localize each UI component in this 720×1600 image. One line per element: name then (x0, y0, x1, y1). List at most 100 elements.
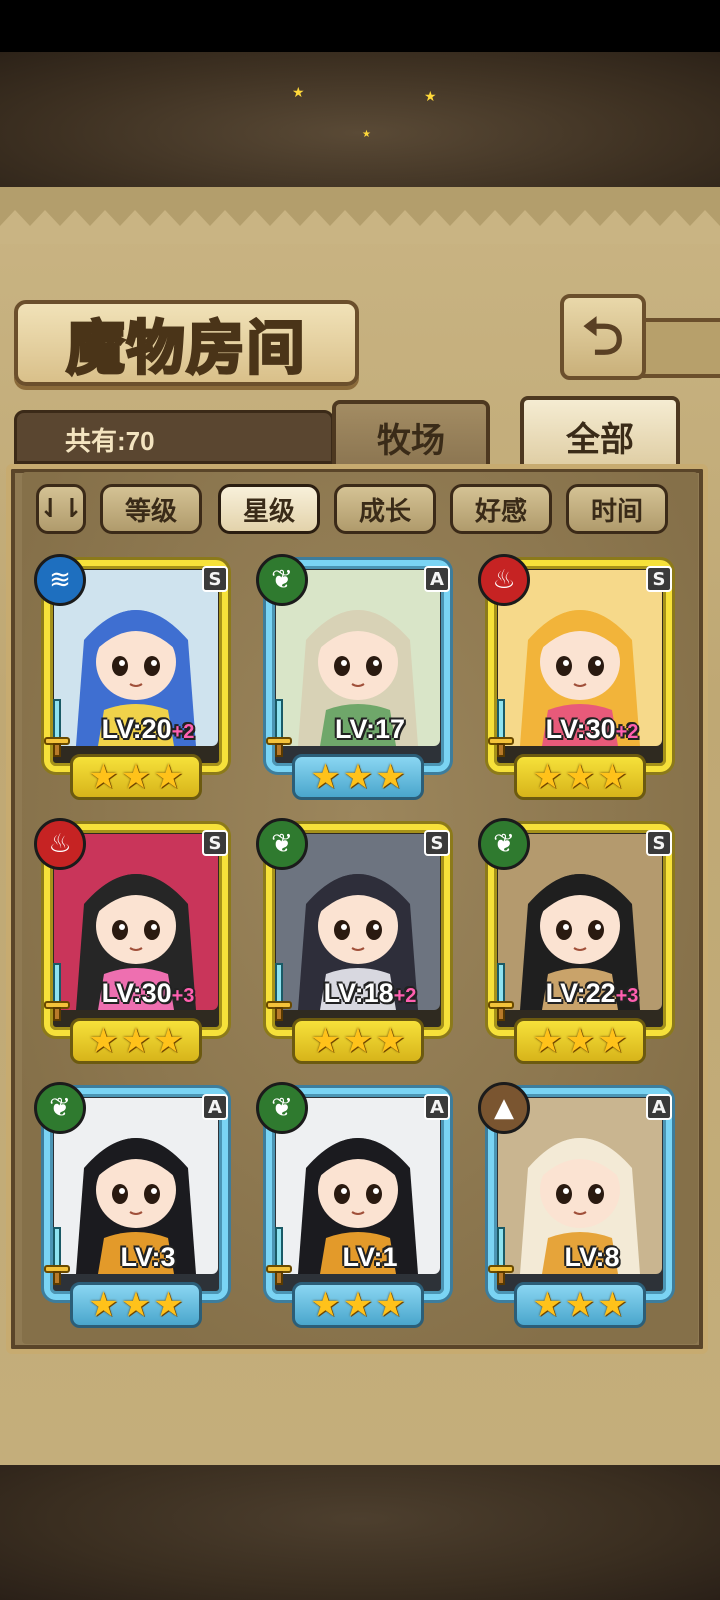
monster-card[interactable]: S ❦ LV:22+3 ★ ★ ★ (478, 818, 676, 1068)
level-value: LV:30 (545, 714, 616, 744)
back-arrow-icon: ⮌ (582, 307, 624, 367)
weapon-sword-icon (266, 963, 292, 1021)
leaf-element-icon: ❦ (34, 1082, 86, 1134)
level-value: LV:17 (334, 714, 406, 744)
page-title: 魔物房间 (65, 313, 307, 384)
rank-badge: A (424, 566, 450, 592)
rank-badge: A (202, 1094, 228, 1120)
star-rating: ★ ★ ★ (514, 754, 646, 800)
star-rating: ★ ★ ★ (514, 1282, 646, 1328)
level-value: LV:18 (323, 978, 394, 1008)
sort-time-button[interactable]: 时间 (566, 484, 668, 534)
water-element-icon: ≋ (34, 554, 86, 606)
tab-farm[interactable]: 牧场 (332, 400, 490, 470)
star-icon: ★ (153, 757, 184, 797)
tab-all[interactable]: 全部 (520, 396, 680, 472)
level-value: LV:30 (101, 978, 172, 1008)
star-icon: ★ (310, 757, 341, 797)
sort-growth-button[interactable]: 成长 (334, 484, 436, 534)
star-icon: ★ (597, 757, 628, 797)
star-icon: ★ (120, 757, 152, 797)
star-icon: ★ (375, 1021, 406, 1061)
leaf-element-icon: ❦ (256, 1082, 308, 1134)
leaf-element-icon: ❦ (256, 818, 308, 870)
star-icon: ★ (342, 757, 374, 797)
monster-card[interactable]: A ❦ LV:3 ★ ★ ★ (34, 1082, 232, 1332)
level-value: LV:1 (342, 1242, 398, 1272)
star-icon: ★ (532, 1021, 563, 1061)
map-background-bottom (0, 1465, 720, 1600)
back-button-rail (640, 318, 720, 378)
level-value: LV:20 (101, 714, 172, 744)
back-button[interactable]: ⮌ (560, 294, 646, 380)
star-icon: ★ (564, 1021, 596, 1061)
leaf-element-icon: ❦ (256, 554, 308, 606)
level-bonus: +2 (615, 721, 639, 743)
monster-level: LV:3 (78, 1242, 218, 1276)
monster-card[interactable]: A ❦ LV:17 ★ ★ ★ (256, 554, 454, 804)
star-sparkle-icon: ★ (424, 89, 437, 105)
star-icon: ★ (532, 757, 563, 797)
monster-level: LV:30+3 (78, 978, 218, 1012)
star-icon: ★ (564, 757, 596, 797)
monster-card[interactable]: S ❦ LV:18+2 ★ ★ ★ (256, 818, 454, 1068)
monster-level: LV:20+2 (78, 714, 218, 748)
star-icon: ★ (597, 1285, 628, 1325)
zigzag-edge-bottom (0, 1432, 720, 1466)
level-bonus: +2 (393, 985, 417, 1007)
level-bonus: +2 (171, 721, 195, 743)
star-sparkle-icon: ★ (362, 129, 371, 140)
monster-level: LV:30+2 (522, 714, 662, 748)
star-icon: ★ (342, 1021, 374, 1061)
star-rating: ★ ★ ★ (70, 754, 202, 800)
monster-card[interactable]: A ❦ LV:1 ★ ★ ★ (256, 1082, 454, 1332)
star-icon: ★ (375, 1285, 406, 1325)
sort-affection-button[interactable]: 好感 (450, 484, 552, 534)
star-icon: ★ (532, 1285, 563, 1325)
weapon-sword-icon (44, 699, 70, 757)
star-rating: ★ ★ ★ (514, 1018, 646, 1064)
star-icon: ★ (120, 1021, 152, 1061)
weapon-sword-icon (488, 1227, 514, 1285)
star-rating: ★ ★ ★ (292, 1282, 424, 1328)
weapon-sword-icon (266, 699, 292, 757)
weapon-sword-icon (488, 963, 514, 1021)
monster-level: LV:22+3 (522, 978, 662, 1012)
map-background-top: ★ ★ ★ (0, 52, 720, 187)
star-icon: ★ (310, 1021, 341, 1061)
monster-card[interactable]: S ≋ LV:20+2 ★ ★ ★ (34, 554, 232, 804)
star-rating: ★ ★ ★ (70, 1282, 202, 1328)
star-icon: ★ (120, 1285, 152, 1325)
star-rating: ★ ★ ★ (292, 1018, 424, 1064)
level-bonus: +3 (171, 985, 195, 1007)
weapon-sword-icon (44, 1227, 70, 1285)
level-value: LV:8 (564, 1242, 620, 1272)
rank-badge: A (646, 1094, 672, 1120)
rank-badge: S (202, 566, 228, 592)
rank-badge: S (646, 830, 672, 856)
monster-level: LV:17 (300, 714, 440, 748)
level-value: LV:22 (545, 978, 616, 1008)
monster-level: LV:1 (300, 1242, 440, 1276)
fire-element-icon: ♨ (478, 554, 530, 606)
monster-card[interactable]: S ♨ LV:30+2 ★ ★ ★ (478, 554, 676, 804)
sort-star-button[interactable]: 星级 (218, 484, 320, 534)
level-value: LV:3 (120, 1242, 176, 1272)
monster-card[interactable]: S ♨ LV:30+3 ★ ★ ★ (34, 818, 232, 1068)
star-rating: ★ ★ ★ (292, 754, 424, 800)
monster-level: LV:18+2 (300, 978, 440, 1012)
status-bar (0, 0, 720, 52)
star-icon: ★ (375, 757, 406, 797)
monster-card[interactable]: A ▲ LV:8 ★ ★ ★ (478, 1082, 676, 1332)
zigzag-edge-top (0, 210, 720, 244)
star-icon: ★ (597, 1021, 628, 1061)
level-bonus: +3 (615, 985, 639, 1007)
sort-level-button[interactable]: 等级 (100, 484, 202, 534)
star-icon: ★ (88, 1021, 119, 1061)
fire-element-icon: ♨ (34, 818, 86, 870)
rank-badge: S (424, 830, 450, 856)
sort-order-toggle-button[interactable]: ⇃⇂ (36, 484, 86, 534)
star-icon: ★ (153, 1021, 184, 1061)
monster-count: 共有:70 (65, 426, 155, 456)
star-icon: ★ (88, 757, 119, 797)
